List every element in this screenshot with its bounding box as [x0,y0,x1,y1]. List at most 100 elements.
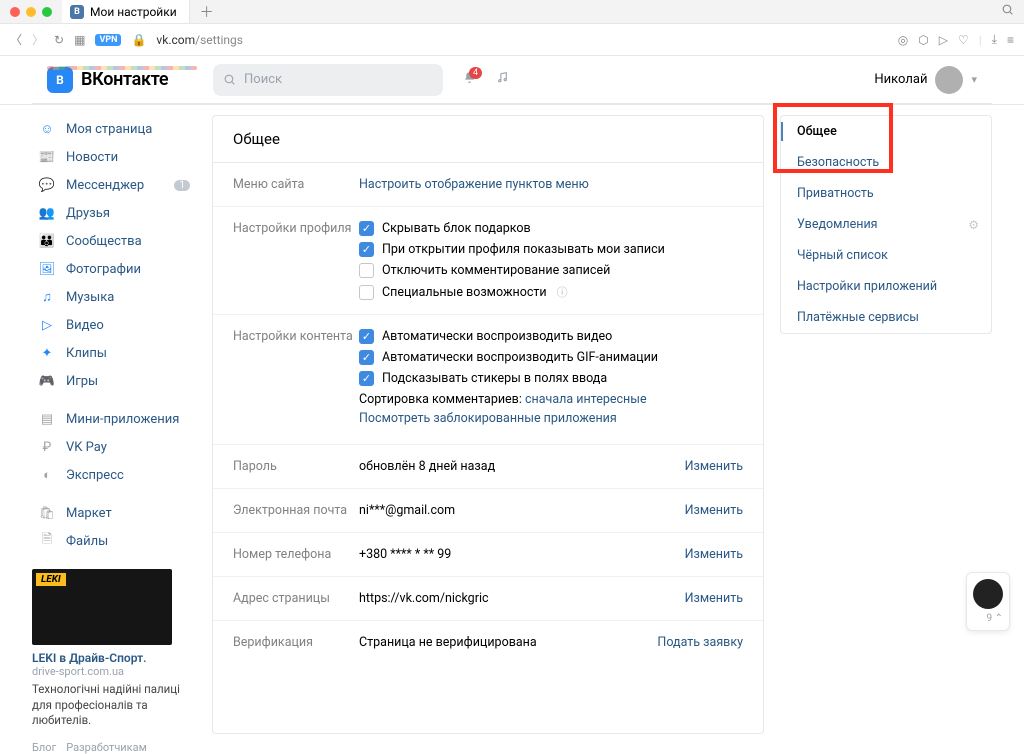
reload-button[interactable]: ↻ [54,33,64,47]
files-icon: 🗎 [38,532,56,550]
footer-links: Блог Разработчикам [32,741,196,754]
vk-logo[interactable]: В ВКонтакте [47,67,197,93]
back-button[interactable]: 〈 [10,31,22,48]
comment-sort-value[interactable]: сначала интересные [525,392,647,407]
checkbox-autoplay-gif[interactable]: ✓Автоматически воспроизводить GIF-анимац… [359,350,743,365]
checkbox-hide-gifts[interactable]: ✓Скрывать блок подарков [359,221,743,236]
sidebar-item-vkpay[interactable]: ₽VK Pay [32,433,196,461]
url-field[interactable]: vk.com/settings [156,33,887,47]
change-email-link[interactable]: Изменить [685,503,743,518]
friends-icon: 👥 [38,204,56,222]
shield-icon[interactable]: ⬡ [918,33,928,47]
nav-blacklist[interactable]: Чёрный список [781,240,991,271]
change-password-link[interactable]: Изменить [685,459,743,474]
photo-icon: 🖼 [38,260,56,278]
forward-button[interactable]: 〉 [32,31,44,48]
sidebar-item-video[interactable]: ▷Видео [32,311,196,339]
sidebar-item-messenger[interactable]: 💬Мессенджер1 [32,171,196,199]
settings-panel: Общее Меню сайта Настроить отображение п… [212,115,764,734]
row-email: Электронная почта ni***@gmail.com Измени… [213,489,763,533]
menu-icon[interactable]: ≡ [1007,33,1014,47]
user-icon: ☺ [38,120,56,138]
send-icon[interactable]: ▷ [939,33,948,47]
browser-tab[interactable]: В Мои настройки [62,0,190,23]
nav-privacy[interactable]: Приватность [781,178,991,209]
search-placeholder: Поиск [244,72,282,87]
checkbox-autoplay-video[interactable]: ✓Автоматически воспроизводить видео [359,329,743,344]
window-controls[interactable] [10,7,52,17]
ad-domain: drive-sport.com.ua [32,665,196,678]
sidebar-item-files[interactable]: 🗎Файлы [32,527,196,555]
row-label: Пароль [233,459,359,474]
vk-logo-icon: В [47,67,73,93]
checkbox-accessibility[interactable]: Специальные возможностиⓘ [359,284,743,300]
camera-icon[interactable]: ◎ [898,33,908,47]
notifications-button[interactable]: 4 [463,71,476,88]
sidebar-item-groups[interactable]: 👪Сообщества [32,227,196,255]
chevron-down-icon: ▾ [971,73,977,86]
row-label: Адрес страницы [233,591,359,606]
sidebar-item-friends[interactable]: 👥Друзья [32,199,196,227]
extensions-icon[interactable]: ▦ [74,33,85,47]
site-security-icon[interactable]: 🔒 [131,33,146,47]
nav-payments[interactable]: Платёжные сервисы [781,302,991,333]
groups-icon: 👪 [38,232,56,250]
sidebar-item-express[interactable]: ◐Экспресс [32,461,196,489]
sidebar-item-games[interactable]: 🎮Игры [32,367,196,395]
left-sidebar: ☺Моя страница 📰Новости 💬Мессенджер1 👥Дру… [32,115,196,754]
checkbox-icon: ✓ [359,242,374,257]
sidebar-item-music[interactable]: ♫Музыка [32,283,196,311]
change-address-link[interactable]: Изменить [685,591,743,606]
sidebar-item-miniapps[interactable]: ▤Мини-приложения [32,405,196,433]
sidebar-item-market[interactable]: 🛍Маркет [32,499,196,527]
browser-tabbar: В Мои настройки ＋ [0,0,1024,24]
sidebar-item-photos[interactable]: 🖼Фотографии [32,255,196,283]
close-window-icon[interactable] [10,7,20,17]
avatar [935,66,963,94]
configure-menu-link[interactable]: Настроить отображение пунктов меню [359,177,589,192]
help-icon[interactable]: ⓘ [557,284,568,300]
blocked-apps-link[interactable]: Посмотреть заблокированные приложения [359,411,617,426]
tab-search-icon[interactable] [1001,3,1014,20]
new-tab-button[interactable]: ＋ [190,2,224,22]
verification-value: Страница не верифицирована [359,635,657,650]
nav-security[interactable]: Безопасность [781,147,991,178]
nav-general[interactable]: Общее [781,116,991,147]
nav-notifications[interactable]: Уведомления ⚙ [781,209,991,240]
search-input[interactable]: Поиск [213,64,443,96]
checkbox-disable-comments[interactable]: Отключить комментирование записей [359,263,743,278]
maximize-window-icon[interactable] [42,7,52,17]
sidebar-item-clips[interactable]: ✦Клипы [32,339,196,367]
download-icon[interactable]: ⤓ [992,32,997,47]
checkbox-show-my-posts[interactable]: ✓При открытии профиля показывать мои зап… [359,242,743,257]
search-icon [223,73,236,86]
row-page-address: Адрес страницы https://vk.com/nickgric И… [213,577,763,621]
row-content-settings: Настройки контента ✓Автоматически воспро… [213,315,763,445]
music-button[interactable] [496,71,509,88]
submit-verification-link[interactable]: Подать заявку [657,635,743,650]
gear-icon[interactable]: ⚙ [968,218,979,232]
chat-bubble[interactable]: 9 ⌃ [966,572,1010,631]
sidebar-item-news[interactable]: 📰Новости [32,143,196,171]
row-phone: Номер телефона +380 **** * ** 99 Изменит… [213,533,763,577]
change-phone-link[interactable]: Изменить [685,547,743,562]
checkbox-suggest-stickers[interactable]: ✓Подсказывать стикеры в полях ввода [359,371,743,386]
row-label: Настройки профиля [233,221,359,236]
nav-app-settings[interactable]: Настройки приложений [781,271,991,302]
ad-image: LEKI [32,569,172,645]
blog-link[interactable]: Блог [32,741,56,754]
vpn-badge[interactable]: VPN [95,34,121,46]
checkbox-icon: ✓ [359,329,374,344]
garland-decoration-icon [47,66,197,70]
bubble-avatar [973,579,1003,609]
dev-link[interactable]: Разработчикам [66,741,147,754]
user-menu[interactable]: Николай ▾ [874,66,977,94]
ad-title: LEKI в Драйв-Спорт. [32,651,196,665]
heart-icon[interactable]: ♡ [958,33,969,47]
tab-title: Мои настройки [90,5,177,19]
row-profile-settings: Настройки профиля ✓Скрывать блок подарко… [213,207,763,315]
sidebar-ad[interactable]: LEKI LEKI в Драйв-Спорт. drive-sport.com… [32,569,196,729]
minimize-window-icon[interactable] [26,7,36,17]
user-name: Николай [874,72,927,87]
sidebar-item-profile[interactable]: ☺Моя страница [32,115,196,143]
